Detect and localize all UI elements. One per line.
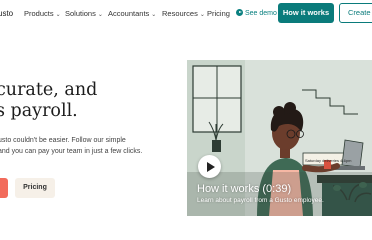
video-title: How it works (0:39) [197, 183, 292, 195]
see-demo-label: See demo [245, 10, 277, 17]
see-demo-link[interactable]: See demo [236, 9, 277, 17]
nav-solutions[interactable]: Solutions ⌄ [65, 9, 103, 18]
chevron-down-icon: ⌄ [97, 12, 103, 18]
chevron-down-icon: ⌄ [199, 12, 205, 18]
nav-accountants[interactable]: Accountants ⌄ [108, 9, 156, 18]
chevron-down-icon: ⌄ [55, 12, 61, 18]
get-started-button[interactable] [0, 178, 8, 198]
top-nav: usto Products ⌄ Solutions ⌄ Accountants ⌄ R… [0, 0, 372, 28]
video-subtitle: Learn about payroll from a Gusto employe… [197, 197, 324, 204]
chevron-down-icon: ⌄ [151, 12, 157, 18]
create-account-button[interactable]: Create a [339, 3, 372, 23]
subtext-line-2: and you can pay your team in just a few … [0, 148, 143, 155]
hero-headline: curate, and s payroll. [0, 80, 97, 122]
hero-subtext: usto couldn't be easier. Follow our simp… [0, 135, 142, 157]
brand-logo[interactable]: usto [0, 9, 13, 18]
play-circle-icon [236, 9, 243, 16]
headline-line-1: curate, and [0, 80, 98, 100]
nav-pricing-label: Pricing [207, 9, 230, 18]
nav-products-label: Products [24, 9, 54, 18]
play-button-icon[interactable] [198, 155, 221, 178]
subtext-line-1: usto couldn't be easier. Follow our simp… [0, 137, 126, 144]
nav-resources[interactable]: Resources ⌄ [162, 9, 205, 18]
nav-pricing[interactable]: Pricing [207, 9, 230, 18]
nav-accountants-label: Accountants [108, 9, 150, 18]
how-it-works-button[interactable]: How it works [278, 3, 334, 23]
pricing-button[interactable]: Pricing [15, 178, 55, 198]
sign-text: Saturday deliveries 4-6pm [305, 158, 352, 163]
nav-solutions-label: Solutions [65, 9, 96, 18]
nav-products[interactable]: Products ⌄ [24, 9, 61, 18]
headline-line-2: s payroll. [0, 101, 78, 121]
nav-resources-label: Resources [162, 9, 198, 18]
video-player[interactable]: Saturday deliveries 4-6pm How it works (… [187, 60, 372, 216]
